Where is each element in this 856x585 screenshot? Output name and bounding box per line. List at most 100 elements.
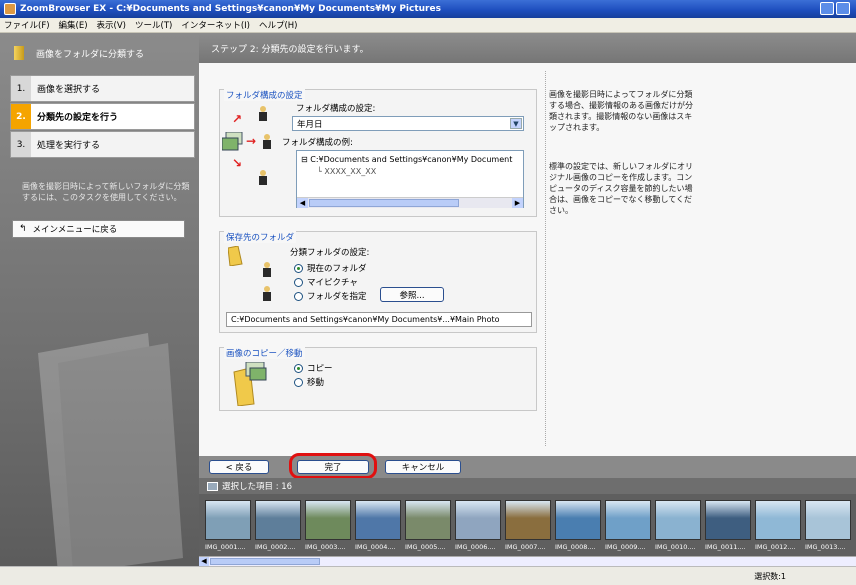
radio-specify-folder[interactable]: フォルダを指定 bbox=[294, 290, 367, 302]
back-to-main-menu-button[interactable]: ↰ メインメニューに戻る bbox=[12, 220, 185, 238]
title-bar: ZoomBrowser EX - C:¥Documents and Settin… bbox=[0, 0, 856, 18]
thumbnail-label: IMG_0009.... bbox=[605, 543, 646, 551]
task-title: 画像をフォルダに分類する bbox=[36, 49, 145, 60]
destination-setting-label: 分類フォルダの設定: bbox=[290, 248, 370, 258]
thumbnail-label: IMG_0008.... bbox=[555, 543, 596, 551]
person-icon bbox=[263, 286, 271, 301]
tree-root-label: C:¥Documents and Settings¥canon¥My Docum… bbox=[310, 155, 513, 164]
return-arrow-icon: ↰ bbox=[19, 224, 27, 234]
photo-thumbnail[interactable] bbox=[305, 500, 351, 540]
person-icon bbox=[263, 134, 271, 149]
menu-internet[interactable]: インターネット(I) bbox=[181, 19, 250, 31]
info-note-1: 画像を撮影日時によってフォルダに分類する場合、撮影情報のある画像だけが分類されま… bbox=[549, 90, 693, 132]
photo-thumbnail[interactable] bbox=[555, 500, 601, 540]
radio-move[interactable]: 移動 bbox=[294, 376, 324, 388]
thumbnail-label: IMG_0004.... bbox=[355, 543, 396, 551]
thumbnail-label: IMG_0002.... bbox=[255, 543, 296, 551]
step-1[interactable]: 1. 画像を選択する bbox=[10, 75, 195, 102]
folder-task-icon bbox=[14, 46, 24, 60]
selected-items-bar: 選択した項目 : 16 bbox=[199, 478, 856, 494]
folder-structure-select[interactable]: 年月日 ▼ bbox=[292, 116, 524, 131]
photo-thumbnail[interactable] bbox=[205, 500, 251, 540]
radio-label: 移動 bbox=[307, 378, 325, 388]
radio-current-folder[interactable]: 現在のフォルダ bbox=[294, 262, 367, 274]
folder-decoration-icon bbox=[38, 333, 183, 573]
person-icon bbox=[263, 262, 271, 277]
cancel-button[interactable]: キャンセル bbox=[385, 460, 461, 474]
selected-items-label: 選択した項目 : 16 bbox=[222, 482, 293, 492]
back-to-main-label: メインメニューに戻る bbox=[32, 225, 118, 235]
thumbnail-label: IMG_0006.... bbox=[455, 543, 496, 551]
person-icon bbox=[259, 170, 267, 185]
radio-dot[interactable] bbox=[294, 377, 303, 387]
scroll-thumb[interactable] bbox=[210, 558, 320, 565]
scroll-left-icon[interactable]: ◀ bbox=[199, 557, 209, 566]
radio-label: 現在のフォルダ bbox=[307, 264, 367, 274]
step-label: 処理を実行する bbox=[37, 141, 101, 151]
tree-child: └ XXXX_XX_XX bbox=[317, 167, 377, 176]
minimize-button[interactable] bbox=[820, 2, 834, 15]
photo-thumbnail[interactable] bbox=[355, 500, 401, 540]
strip-horizontal-scrollbar[interactable]: ◀ bbox=[199, 556, 856, 566]
thumbnail-label: IMG_0005.... bbox=[405, 543, 446, 551]
photo-thumbnail[interactable] bbox=[255, 500, 301, 540]
photo-thumbnail[interactable] bbox=[505, 500, 551, 540]
browse-button[interactable]: 参照... bbox=[380, 287, 444, 302]
thumbnail-label: IMG_0007.... bbox=[505, 543, 546, 551]
menu-help[interactable]: ヘルプ(H) bbox=[259, 19, 298, 31]
photo-thumbnail[interactable] bbox=[605, 500, 651, 540]
folder-structure-label: フォルダ構成の設定: bbox=[296, 104, 376, 114]
red-arrow-icon: ↘ bbox=[232, 156, 243, 170]
menu-edit[interactable]: 編集(E) bbox=[59, 19, 88, 31]
thumbnail-strip: IMG_0001.... IMG_0002.... IMG_0003.... IMG_… bbox=[199, 494, 856, 556]
person-icon bbox=[259, 106, 267, 121]
step-3[interactable]: 3. 処理を実行する bbox=[10, 131, 195, 158]
thumbnail-label: IMG_0010.... bbox=[655, 543, 696, 551]
window-title: ZoomBrowser EX - C:¥Documents and Settin… bbox=[20, 4, 441, 14]
scroll-right-icon[interactable]: ▶ bbox=[512, 198, 523, 208]
status-text: 選択数:1 bbox=[754, 572, 786, 581]
step-header: ステップ 2: 分類先の設定を行います。 bbox=[199, 33, 856, 63]
step-number: 3. bbox=[11, 132, 31, 157]
panel-divider bbox=[545, 71, 546, 446]
collapse-icon[interactable] bbox=[207, 481, 218, 491]
copy-move-group: 画像のコピー／移動 コピー 移動 bbox=[219, 347, 537, 411]
scroll-thumb[interactable] bbox=[309, 199, 459, 207]
menu-tools[interactable]: ツール(T) bbox=[135, 19, 172, 31]
step-label: 画像を選択する bbox=[37, 85, 101, 95]
radio-label: マイピクチャ bbox=[307, 278, 358, 288]
photo-thumbnail[interactable] bbox=[755, 500, 801, 540]
photo-thumbnail[interactable] bbox=[405, 500, 451, 540]
status-bar: 選択数:1 bbox=[0, 566, 856, 585]
thumbnail-label: IMG_0003.... bbox=[305, 543, 346, 551]
maximize-button[interactable] bbox=[836, 2, 850, 15]
step-list: 1. 画像を選択する 2. 分類先の設定を行う 3. 処理を実行する bbox=[10, 75, 195, 159]
photo-thumbnail[interactable] bbox=[705, 500, 751, 540]
step-label: 分類先の設定を行う bbox=[37, 113, 119, 123]
step-2[interactable]: 2. 分類先の設定を行う bbox=[10, 103, 195, 130]
menu-view[interactable]: 表示(V) bbox=[97, 19, 126, 31]
radio-dot[interactable] bbox=[294, 277, 303, 287]
photo-thumbnail[interactable] bbox=[805, 500, 851, 540]
step-number: 1. bbox=[11, 76, 31, 101]
back-button[interactable]: < 戻る bbox=[209, 460, 269, 474]
menu-file[interactable]: ファイル(F) bbox=[4, 19, 50, 31]
radio-dot[interactable] bbox=[294, 291, 303, 301]
red-arrow-icon: ↗ bbox=[232, 112, 243, 126]
step-number: 2. bbox=[11, 104, 31, 129]
folder-example-tree[interactable]: ⊟ C:¥Documents and Settings¥canon¥My Doc… bbox=[296, 150, 524, 208]
photo-thumbnail[interactable] bbox=[655, 500, 701, 540]
radio-my-pictures[interactable]: マイピクチャ bbox=[294, 276, 358, 288]
window-controls bbox=[820, 2, 850, 15]
radio-copy[interactable]: コピー bbox=[294, 362, 333, 374]
tree-horizontal-scrollbar[interactable]: ◀ ▶ bbox=[297, 197, 523, 208]
radio-dot[interactable] bbox=[294, 363, 303, 373]
scroll-left-icon[interactable]: ◀ bbox=[297, 198, 308, 208]
chevron-down-icon[interactable]: ▼ bbox=[510, 118, 522, 129]
radio-label: フォルダを指定 bbox=[307, 292, 367, 302]
destination-folder-title: 保存先のフォルダ bbox=[224, 231, 297, 243]
destination-folder-group: 保存先のフォルダ 分類フォルダの設定: 現在のフォルダ マイピクチャ フォルダを… bbox=[219, 231, 537, 333]
radio-dot[interactable] bbox=[294, 263, 303, 273]
thumbnail-label: IMG_0012.... bbox=[755, 543, 796, 551]
photo-thumbnail[interactable] bbox=[455, 500, 501, 540]
